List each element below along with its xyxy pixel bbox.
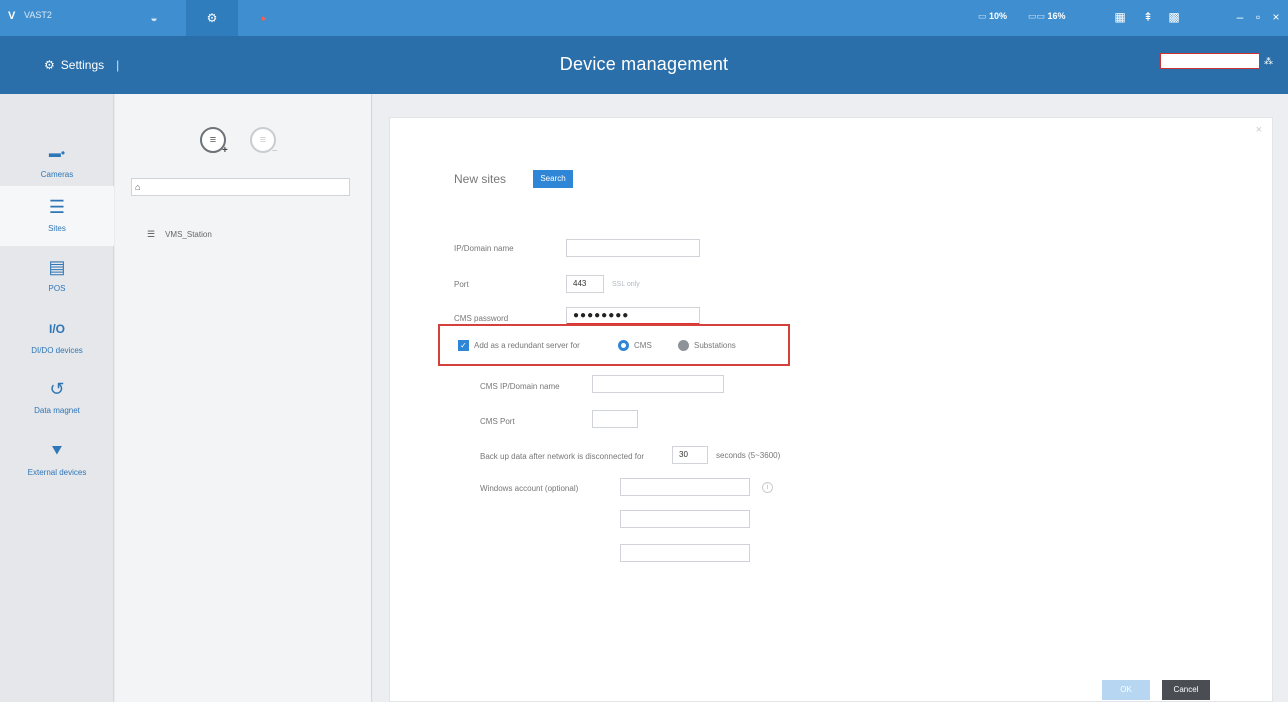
sites-icon: ☰: [48, 197, 66, 217]
nav-item-pos[interactable]: ▤ POS: [0, 246, 114, 306]
radio-substations[interactable]: [678, 340, 689, 351]
nav-item-io[interactable]: I/O DI/DO devices: [0, 308, 114, 368]
ip-label: IP/Domain name: [454, 244, 514, 253]
close-button[interactable]: ×: [1268, 9, 1284, 25]
nav-label: Sites: [48, 224, 66, 233]
site-search-input[interactable]: ⌂: [131, 178, 350, 196]
app-name: VAST2: [24, 10, 52, 20]
page-title: Device management: [559, 54, 729, 74]
port-label: Port: [454, 280, 469, 289]
settings-tab-icon: ⚙: [206, 11, 218, 25]
cancel-button[interactable]: Cancel: [1162, 680, 1210, 700]
memory-usage-value: 16%: [1047, 11, 1066, 21]
nav-label: Cameras: [40, 170, 74, 179]
windows-password-input[interactable]: [620, 544, 750, 562]
pos-icon: ▤: [48, 257, 66, 277]
port-input[interactable]: 443: [566, 275, 604, 293]
tree-item-label: VMS_Station: [165, 229, 212, 239]
site-icon: ⌂: [135, 182, 141, 192]
camera-icon: ▬•: [48, 146, 66, 160]
ssl-only-hint: SSL only: [612, 281, 640, 288]
cms-ip-input[interactable]: [592, 375, 724, 393]
site-list-icon: ≡: [259, 134, 267, 146]
site-list-icon: ☰: [147, 228, 156, 239]
nav-item-data-magnet[interactable]: ↺ Data magnet: [0, 368, 114, 428]
nav-label: External devices: [27, 468, 87, 477]
radio-cms-label: CMS: [634, 341, 652, 350]
backup-seconds-input[interactable]: 30: [672, 446, 708, 464]
nav-item-sites[interactable]: ☰ Sites: [0, 186, 114, 246]
radio-substations-label: Substations: [694, 341, 736, 350]
backup-label: Back up data after network is disconnect…: [480, 452, 645, 461]
cpu-usage: ▭ 10%: [978, 11, 1008, 21]
minimize-button[interactable]: –: [1232, 9, 1248, 25]
tab-liveview[interactable]: ◒: [128, 0, 180, 36]
vivotek-logo-icon: V: [8, 10, 16, 22]
io-icon: I/O: [48, 322, 65, 336]
nav-label: POS: [48, 284, 66, 293]
new-site-form: × New sites Search IP/Domain name Port 4…: [389, 117, 1273, 702]
redundant-label: Add as a redundant server for: [474, 341, 580, 350]
title-bar: V VAST2 ◒ ⚙ ▸ ▭ 10% ▭▭ 16% ▦ ⇞ ▩ – ▫ ×: [0, 0, 1288, 36]
nav-label: Data magnet: [34, 406, 80, 415]
info-icon[interactable]: i: [762, 482, 773, 493]
cms-ip-label: CMS IP/Domain name: [480, 382, 560, 391]
ok-button[interactable]: OK: [1102, 680, 1150, 700]
data-magnet-icon: ↺: [49, 379, 65, 399]
monitor-icon[interactable]: ▦: [1112, 9, 1128, 25]
backup-unit-label: seconds (5~3600): [716, 451, 781, 460]
nav-label: DI/DO devices: [31, 346, 83, 355]
windows-username-input[interactable]: [620, 510, 750, 528]
ip-domain-input[interactable]: [566, 239, 700, 257]
search-button[interactable]: Search: [533, 170, 573, 188]
windows-account-input[interactable]: [620, 478, 750, 496]
add-tab-button[interactable]: ▸: [262, 11, 270, 25]
redundant-server-checkbox[interactable]: ✓: [458, 340, 469, 351]
header-search-input[interactable]: [1160, 53, 1260, 69]
layout-icon[interactable]: ▩: [1166, 9, 1182, 25]
restore-button[interactable]: ▫: [1250, 9, 1266, 25]
tree-item-vms-station[interactable]: ☰ VMS_Station: [147, 227, 212, 241]
minus-icon: –: [272, 145, 278, 156]
close-icon[interactable]: ×: [1256, 124, 1262, 136]
main-content: × New sites Search IP/Domain name Port 4…: [373, 94, 1288, 702]
cms-port-label: CMS Port: [480, 417, 515, 426]
windows-account-label: Windows account (optional): [480, 484, 579, 493]
new-sites-label: New sites: [454, 172, 507, 186]
memory-usage: ▭▭ 16%: [1028, 11, 1066, 21]
cms-password-input[interactable]: ●●●●●●●●: [566, 307, 700, 325]
left-navigation: ▬• Cameras ☰ Sites ▤ POS I/O DI/DO devic…: [0, 94, 114, 702]
page-header: ⚙ Settings | Device management ⁂: [0, 36, 1288, 94]
plus-icon: +: [222, 145, 228, 156]
cpu-usage-value: 10%: [989, 11, 1008, 21]
nav-item-cameras[interactable]: ▬• Cameras: [0, 132, 114, 192]
tab-settings[interactable]: ⚙: [186, 0, 238, 36]
cms-password-label: CMS password: [454, 314, 509, 323]
site-panel: ≡ + ≡ – ⌂ ☰ VMS_Station: [115, 94, 372, 702]
site-list-icon: ≡: [209, 134, 217, 146]
cms-port-input[interactable]: [592, 410, 638, 428]
radio-cms[interactable]: [618, 340, 629, 351]
liveview-icon: ◒: [150, 11, 158, 25]
nav-item-external-devices[interactable]: ⯆ External devices: [0, 430, 114, 490]
external-devices-icon: ⯆: [49, 441, 65, 461]
help-icon[interactable]: ⇞: [1140, 9, 1156, 25]
header-action-icon[interactable]: ⁂: [1264, 54, 1284, 68]
